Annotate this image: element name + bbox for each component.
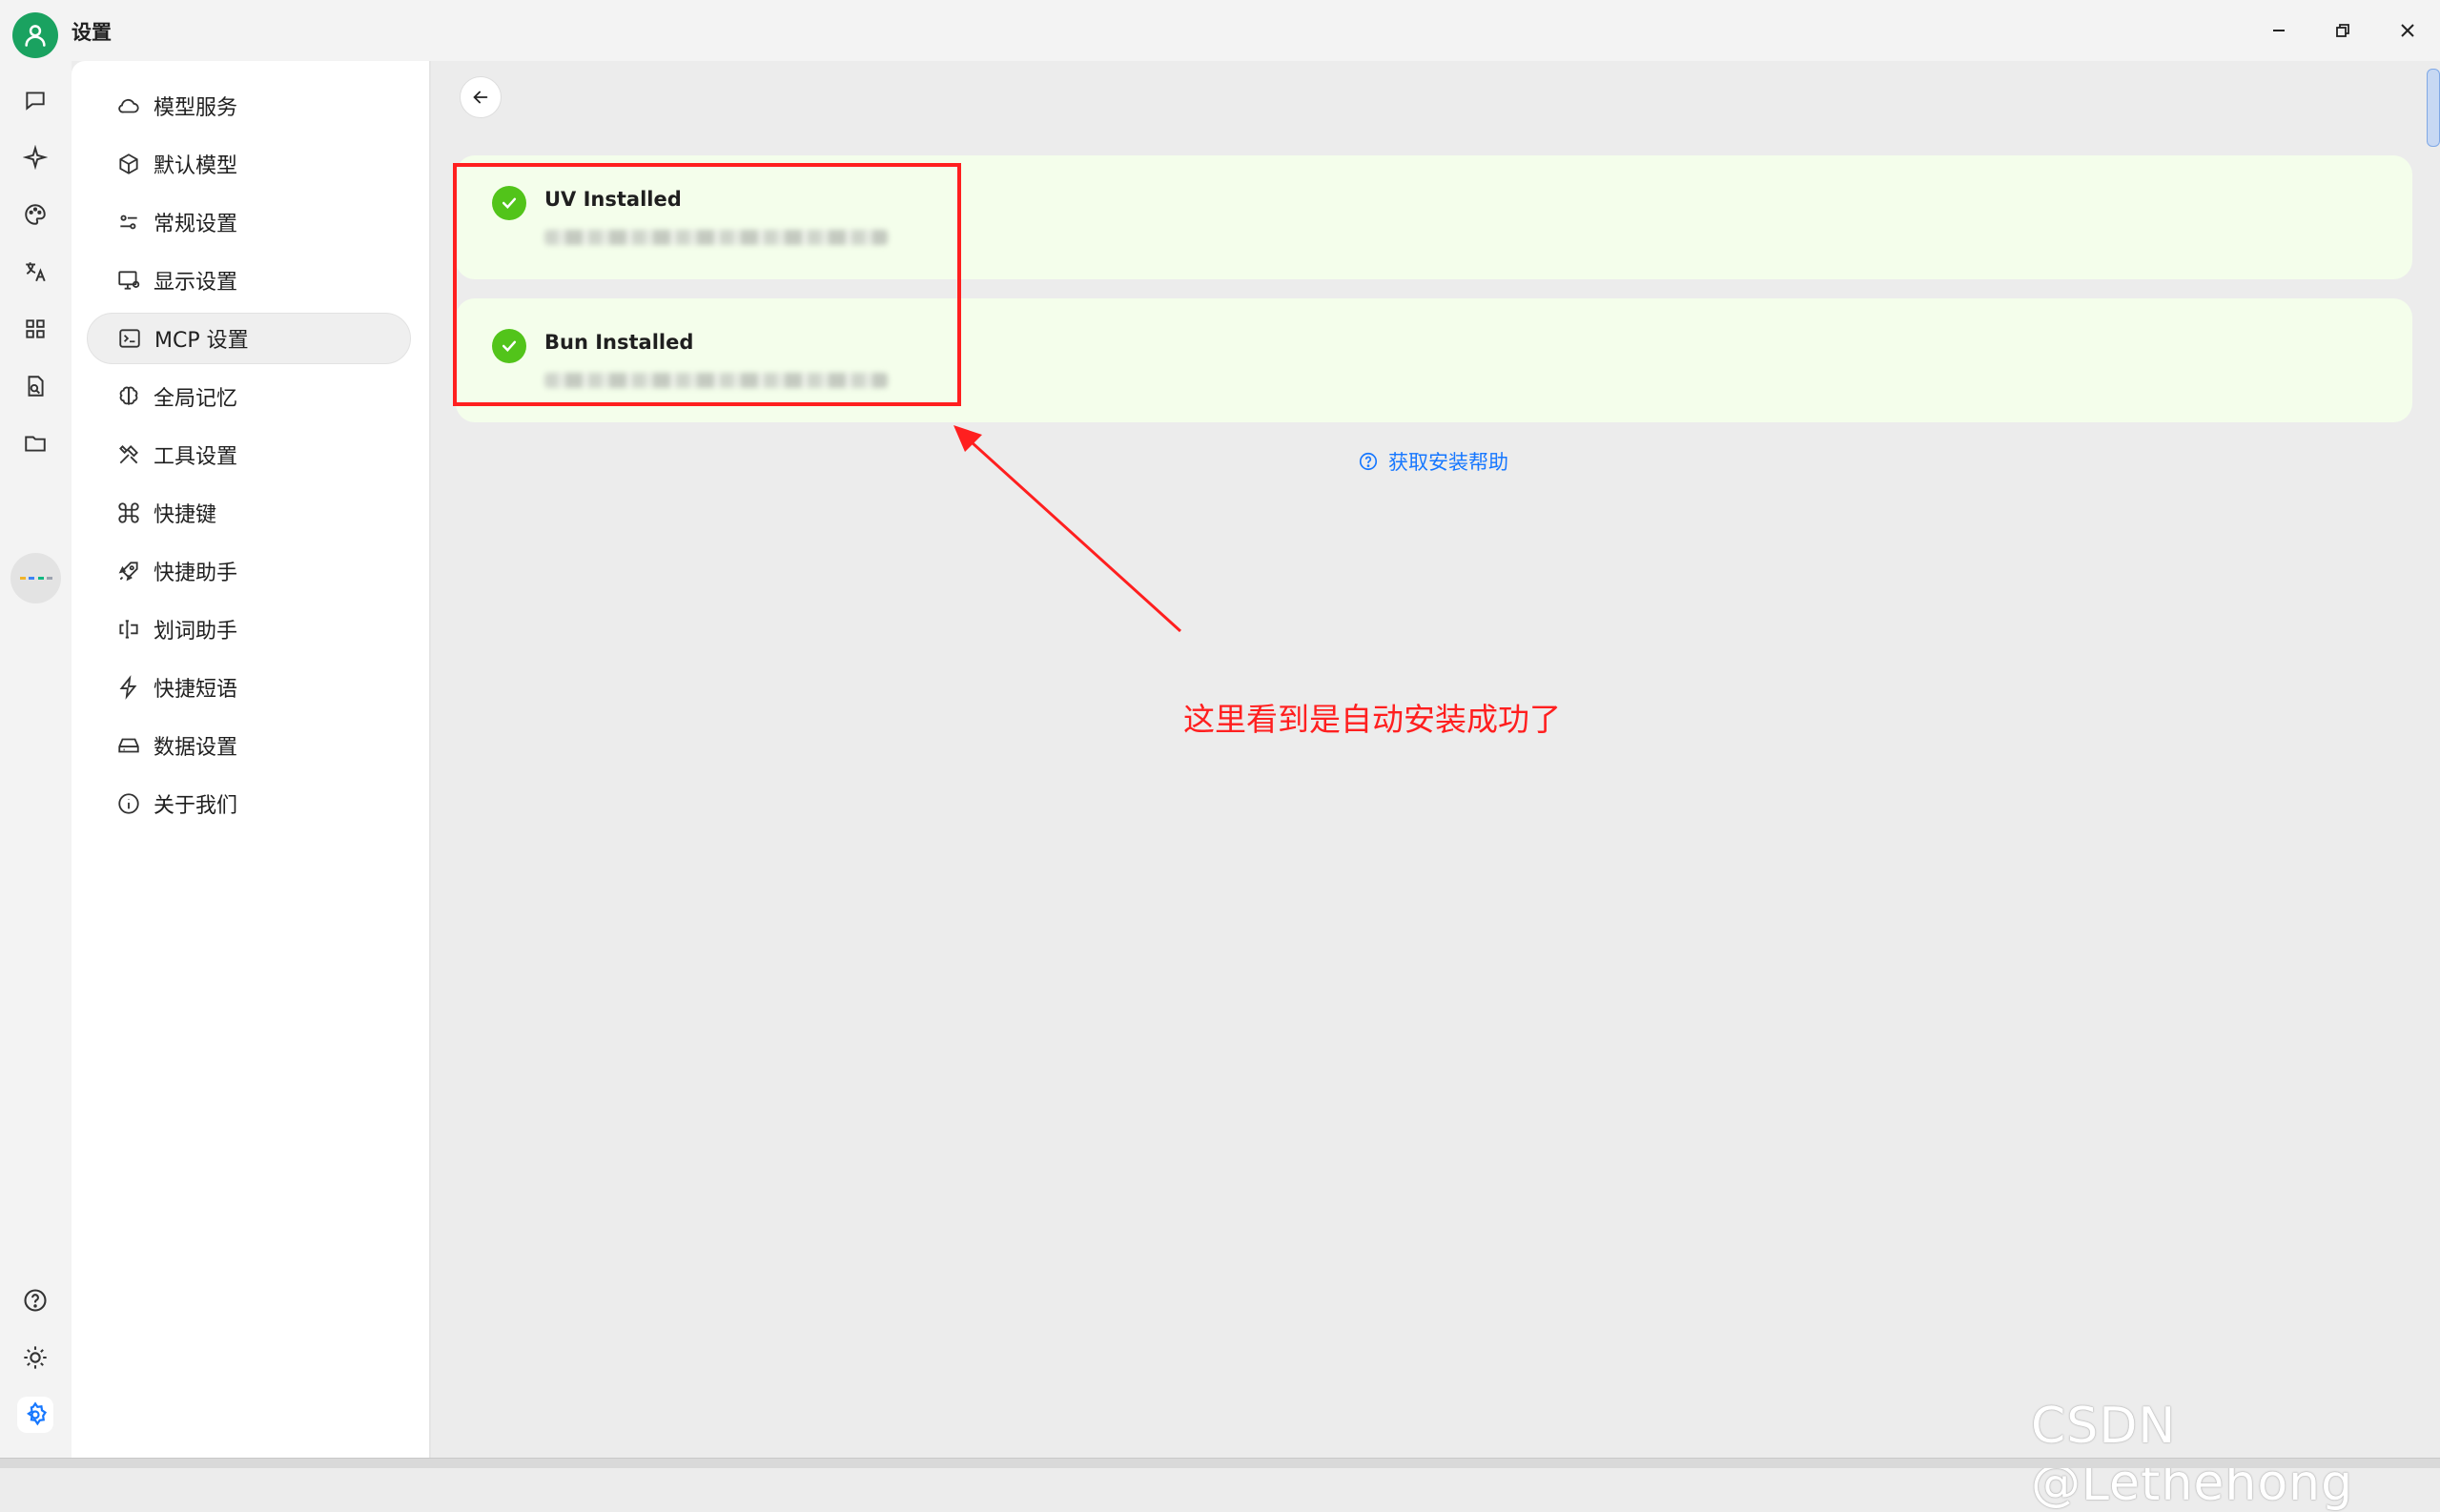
nav-item-model-service[interactable]: 模型服务: [87, 80, 485, 132]
nav-item-mcp-settings[interactable]: MCP 设置: [87, 313, 411, 364]
nav-item-tool-settings[interactable]: 工具设置: [87, 429, 485, 480]
folder-icon[interactable]: [17, 425, 53, 461]
hard-drive-icon: [115, 732, 142, 759]
nav-item-display-settings[interactable]: 显示设置: [87, 255, 485, 306]
settings-nav: 模型服务 默认模型 常规设置 显示设置 MCP 设置 全局记忆 工具设置 快捷键…: [72, 61, 431, 1458]
monitor-icon: [115, 267, 142, 294]
nav-item-global-memory[interactable]: 全局记忆: [87, 371, 485, 422]
nav-item-default-model[interactable]: 默认模型: [87, 138, 485, 190]
taskbar-strip: [0, 1458, 2440, 1468]
cube-icon: [115, 151, 142, 177]
sliders-icon: [115, 209, 142, 235]
nav-item-selection-assistant[interactable]: 划词助手: [87, 603, 485, 655]
zap-icon: [115, 674, 142, 701]
close-icon: [2399, 22, 2416, 39]
document-search-icon[interactable]: [17, 368, 53, 404]
nav-item-about-us[interactable]: 关于我们: [87, 778, 485, 829]
nav-item-general-settings[interactable]: 常规设置: [87, 196, 485, 248]
cloud-icon: [115, 92, 142, 119]
user-avatar-icon[interactable]: [12, 12, 58, 58]
close-button[interactable]: [2389, 13, 2427, 48]
theme-sun-icon[interactable]: [17, 1339, 53, 1376]
translate-icon[interactable]: [17, 254, 53, 290]
icon-rail: [0, 61, 72, 1458]
command-icon: [115, 500, 142, 526]
minimize-button[interactable]: [2260, 13, 2298, 48]
restore-icon: [2334, 22, 2351, 39]
scrollbar-thumb[interactable]: [2427, 69, 2440, 147]
help-icon[interactable]: [17, 1282, 53, 1318]
nav-item-shortcuts[interactable]: 快捷键: [87, 487, 485, 539]
brain-icon: [115, 383, 142, 410]
terminal-icon: [116, 325, 143, 352]
question-circle-icon: [1358, 451, 1379, 472]
rocket-icon: [115, 558, 142, 584]
install-help-label: 获取安装帮助: [1388, 451, 1508, 474]
window-title: 设置: [72, 21, 112, 44]
nav-item-data-settings[interactable]: 数据设置: [87, 720, 485, 771]
title-bar: 设置: [0, 0, 2440, 61]
info-icon: [115, 790, 142, 817]
nav-item-quick-assistant[interactable]: 快捷助手: [87, 545, 485, 597]
nav-item-quick-phrases[interactable]: 快捷短语: [87, 662, 485, 713]
annotation-arrow-icon: [953, 425, 1182, 633]
settings-gear-icon[interactable]: [17, 1397, 53, 1433]
minimize-icon: [2270, 22, 2287, 39]
tools-icon: [115, 441, 142, 468]
arrow-left-icon: [470, 87, 491, 108]
annotation-text: 这里看到是自动安装成功了: [1183, 701, 1561, 738]
apps-grid-icon[interactable]: [17, 311, 53, 347]
install-help-link[interactable]: 获取安装帮助: [1358, 447, 1508, 476]
back-button[interactable]: [460, 76, 502, 118]
sparkle-icon[interactable]: [17, 139, 53, 175]
palette-icon[interactable]: [17, 196, 53, 233]
chat-icon[interactable]: [17, 82, 53, 118]
mini-app-icon[interactable]: [10, 553, 61, 603]
watermark: CSDN @Lethehong: [2031, 1398, 2354, 1512]
restore-button[interactable]: [2324, 13, 2362, 48]
highlight-box: [453, 163, 961, 406]
text-cursor-icon: [115, 616, 142, 643]
